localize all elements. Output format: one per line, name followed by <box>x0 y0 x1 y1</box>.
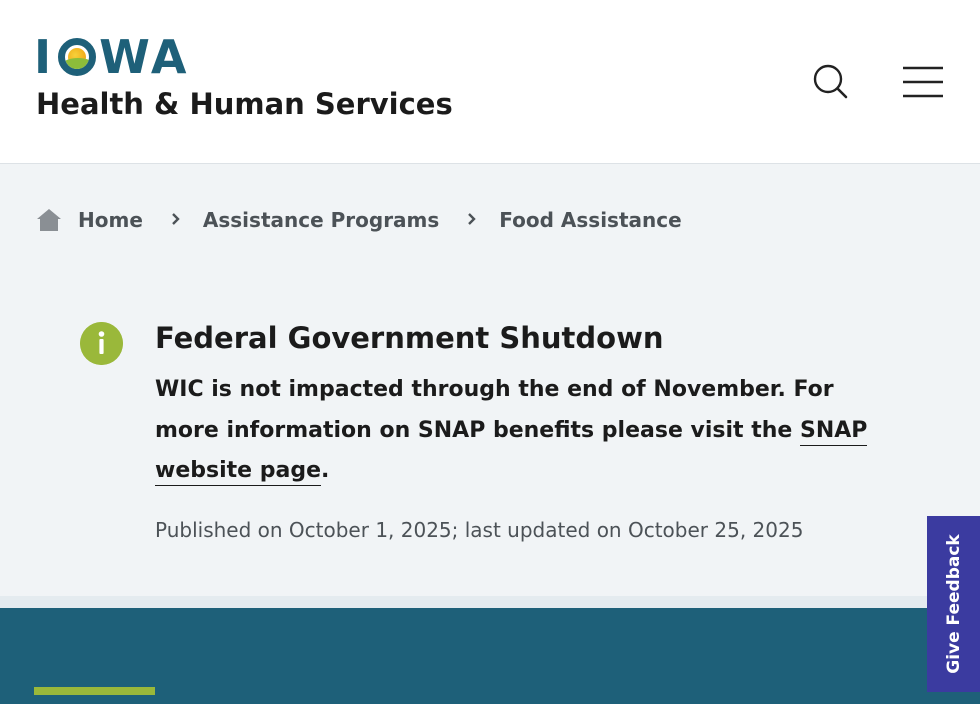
published-date: Published on October 1, 2025; last updat… <box>155 518 804 542</box>
search-icon <box>813 64 848 99</box>
department-name: Health & Human Services <box>36 87 453 121</box>
chevron-right-icon <box>169 210 183 231</box>
search-button[interactable] <box>808 60 852 104</box>
alert-body: WIC is not impacted through the end of N… <box>155 370 900 492</box>
iowa-logo: I W A <box>34 34 187 80</box>
hamburger-menu-icon <box>903 66 943 98</box>
alert-body-text: WIC is not impacted through the end of N… <box>155 377 834 443</box>
dark-section <box>0 608 980 704</box>
sun-field <box>65 58 90 69</box>
breadcrumb: Home Assistance Programs Food Assistance <box>36 206 682 234</box>
accent-bar <box>34 687 155 695</box>
give-feedback-button[interactable]: Give Feedback <box>927 516 980 692</box>
chevron-right-icon <box>465 210 479 231</box>
menu-button[interactable] <box>900 60 944 104</box>
logo-letter-i: I <box>34 30 53 84</box>
alert-title: Federal Government Shutdown <box>155 321 664 355</box>
logo-letter-a: A <box>150 30 188 84</box>
site-header: I W A Health & Human Services <box>0 0 980 164</box>
breadcrumb-assistance-programs[interactable]: Assistance Programs <box>203 208 439 232</box>
iowa-logo-link[interactable]: I W A <box>34 34 187 80</box>
sun-o-icon <box>58 38 97 76</box>
main-content: Home Assistance Programs Food Assistance… <box>0 164 980 596</box>
section-divider <box>0 596 980 608</box>
home-icon <box>37 209 61 231</box>
alert-trailing-text: . <box>321 458 330 483</box>
breadcrumb-food-assistance[interactable]: Food Assistance <box>499 208 681 232</box>
logo-letter-w: W <box>99 30 151 84</box>
give-feedback-label: Give Feedback <box>943 534 964 674</box>
breadcrumb-home[interactable]: Home <box>78 208 143 232</box>
info-icon <box>80 322 123 365</box>
